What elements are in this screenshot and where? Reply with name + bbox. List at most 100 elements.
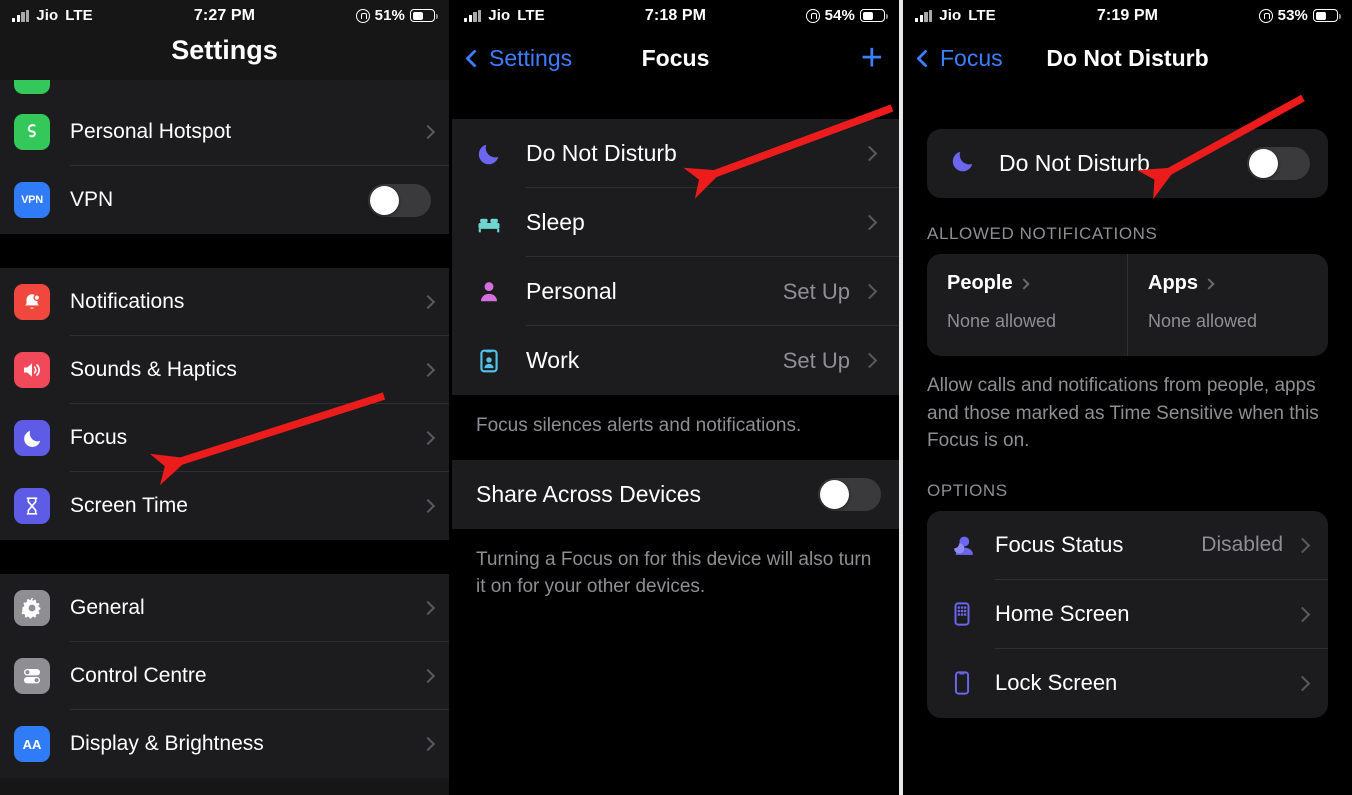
back-label: Focus bbox=[940, 44, 1003, 71]
row-label: Display & Brightness bbox=[70, 732, 264, 755]
partial-icon bbox=[14, 80, 50, 94]
row-label: Control Centre bbox=[70, 664, 207, 687]
focus-footnote-1: Focus silences alerts and notifications. bbox=[452, 395, 899, 460]
battery-percent: 51% bbox=[374, 7, 405, 24]
carrier-name: Jio bbox=[36, 7, 59, 24]
option-row-home-screen[interactable]: Home Screen bbox=[927, 580, 1328, 649]
cell-title-wrap: People bbox=[947, 272, 1107, 295]
carrier-name: Jio bbox=[488, 7, 511, 24]
status-right-2: 54% bbox=[805, 7, 888, 24]
row-label: Sleep bbox=[526, 209, 585, 235]
home-screen-icon bbox=[947, 601, 977, 627]
row-value: Set Up bbox=[782, 278, 850, 304]
focus-row-work[interactable]: Work Set Up bbox=[452, 326, 899, 395]
settings-row-display-brightness[interactable]: AA Display & Brightness bbox=[0, 710, 449, 778]
cell-title-wrap: Apps bbox=[1148, 272, 1308, 295]
chevron-right-icon bbox=[1294, 537, 1311, 553]
row-do-not-disturb[interactable]: Do Not Disturb bbox=[927, 129, 1328, 198]
settings-row-notifications[interactable]: Notifications bbox=[0, 268, 449, 336]
status-right-3: 53% bbox=[1258, 7, 1341, 24]
option-row-focus-status[interactable]: Focus Status Disabled bbox=[927, 511, 1328, 580]
back-button-focus[interactable]: Focus bbox=[916, 44, 1003, 72]
battery-icon bbox=[860, 9, 888, 22]
chevron-right-icon bbox=[420, 294, 436, 310]
chevron-right-icon bbox=[1294, 606, 1311, 622]
chevron-right-icon bbox=[1294, 675, 1311, 691]
chevron-right-icon bbox=[861, 352, 878, 369]
chevron-right-icon bbox=[420, 362, 436, 378]
settings-row-personal-hotspot[interactable]: Personal Hotspot bbox=[0, 98, 449, 166]
chevron-right-icon bbox=[420, 668, 436, 684]
row-label: VPN bbox=[70, 188, 114, 211]
chevron-right-icon bbox=[861, 214, 878, 231]
vpn-icon: VPN bbox=[14, 182, 50, 218]
nav-bar-3: Focus Do Not Disturb bbox=[903, 31, 1352, 85]
allowed-people-cell[interactable]: People None allowed bbox=[927, 254, 1127, 356]
chevron-left-icon bbox=[916, 48, 935, 68]
row-label: Personal bbox=[526, 278, 617, 304]
add-focus-button[interactable]: + bbox=[861, 39, 883, 77]
focus-row-sleep[interactable]: Sleep bbox=[452, 188, 899, 257]
settings-group-alerts: Notifications Sounds & Haptics Focus Scr… bbox=[0, 268, 449, 540]
spacer bbox=[452, 85, 899, 119]
focus-row-personal[interactable]: Personal Set Up bbox=[452, 257, 899, 326]
settings-group-system: General Control Centre AA Display & Brig… bbox=[0, 574, 449, 778]
settings-group-connectivity: Personal Hotspot VPN VPN bbox=[0, 98, 449, 234]
settings-row-general[interactable]: General bbox=[0, 574, 449, 642]
status-bar-2: Jio LTE 7:18 PM 54% bbox=[452, 0, 899, 31]
settings-row-sounds-haptics[interactable]: Sounds & Haptics bbox=[0, 336, 449, 404]
chevron-right-icon bbox=[420, 498, 436, 514]
rotation-lock-icon bbox=[355, 8, 370, 23]
settings-row-vpn[interactable]: VPN VPN bbox=[0, 166, 449, 234]
dnd-toggle-card: Do Not Disturb bbox=[927, 129, 1328, 198]
screen-time-icon bbox=[14, 488, 50, 524]
allowed-apps-cell[interactable]: Apps None allowed bbox=[1127, 254, 1328, 356]
row-label: General bbox=[70, 596, 145, 619]
row-label: Notifications bbox=[70, 290, 185, 313]
settings-row-screen-time[interactable]: Screen Time bbox=[0, 472, 449, 540]
nav-bar-2: Settings Focus + bbox=[452, 31, 899, 85]
chevron-right-icon bbox=[420, 600, 436, 616]
do-not-disturb-toggle[interactable] bbox=[1247, 147, 1310, 180]
share-across-devices-group: Share Across Devices bbox=[452, 459, 899, 529]
focus-moon-icon bbox=[14, 420, 50, 456]
signal-bars-icon bbox=[464, 9, 482, 22]
back-button-settings[interactable]: Settings bbox=[465, 45, 572, 72]
chevron-right-icon bbox=[861, 283, 878, 300]
chevron-right-icon bbox=[1017, 277, 1030, 290]
battery-percent: 53% bbox=[1277, 7, 1308, 24]
signal-bars-icon bbox=[12, 9, 30, 22]
group-gap bbox=[0, 234, 449, 268]
network-type: LTE bbox=[968, 7, 996, 24]
row-label: Personal Hotspot bbox=[70, 120, 232, 143]
option-row-lock-screen[interactable]: Lock Screen bbox=[927, 649, 1328, 718]
person-icon bbox=[474, 279, 504, 305]
network-type: LTE bbox=[517, 7, 545, 24]
row-label: Home Screen bbox=[995, 601, 1130, 627]
carrier-name: Jio bbox=[939, 7, 962, 24]
row-label: Share Across Devices bbox=[476, 480, 701, 507]
row-share-across-devices[interactable]: Share Across Devices bbox=[452, 460, 899, 529]
row-label: Screen Time bbox=[70, 494, 188, 517]
network-type: LTE bbox=[65, 7, 93, 24]
group-gap bbox=[0, 540, 449, 574]
cell-subtitle: None allowed bbox=[947, 311, 1057, 331]
notifications-icon bbox=[14, 284, 50, 320]
focus-row-do-not-disturb[interactable]: Do Not Disturb bbox=[452, 119, 899, 188]
rotation-lock-icon bbox=[1258, 8, 1273, 23]
settings-row-focus[interactable]: Focus bbox=[0, 404, 449, 472]
share-across-devices-toggle[interactable] bbox=[818, 477, 881, 511]
row-label: Focus bbox=[70, 426, 128, 449]
focus-status-icon bbox=[947, 531, 977, 559]
row-value: Set Up bbox=[782, 347, 850, 373]
rotation-lock-icon bbox=[805, 8, 820, 23]
chevron-right-icon bbox=[420, 736, 436, 752]
allowed-notifications-card: People None allowed Apps None allowed bbox=[927, 254, 1328, 356]
vpn-toggle[interactable] bbox=[368, 183, 431, 217]
moon-icon bbox=[949, 147, 977, 180]
cell-title: People bbox=[947, 272, 1013, 294]
chevron-left-icon bbox=[465, 48, 484, 68]
settings-row-control-centre[interactable]: Control Centre bbox=[0, 642, 449, 710]
battery-percent: 54% bbox=[824, 7, 855, 24]
